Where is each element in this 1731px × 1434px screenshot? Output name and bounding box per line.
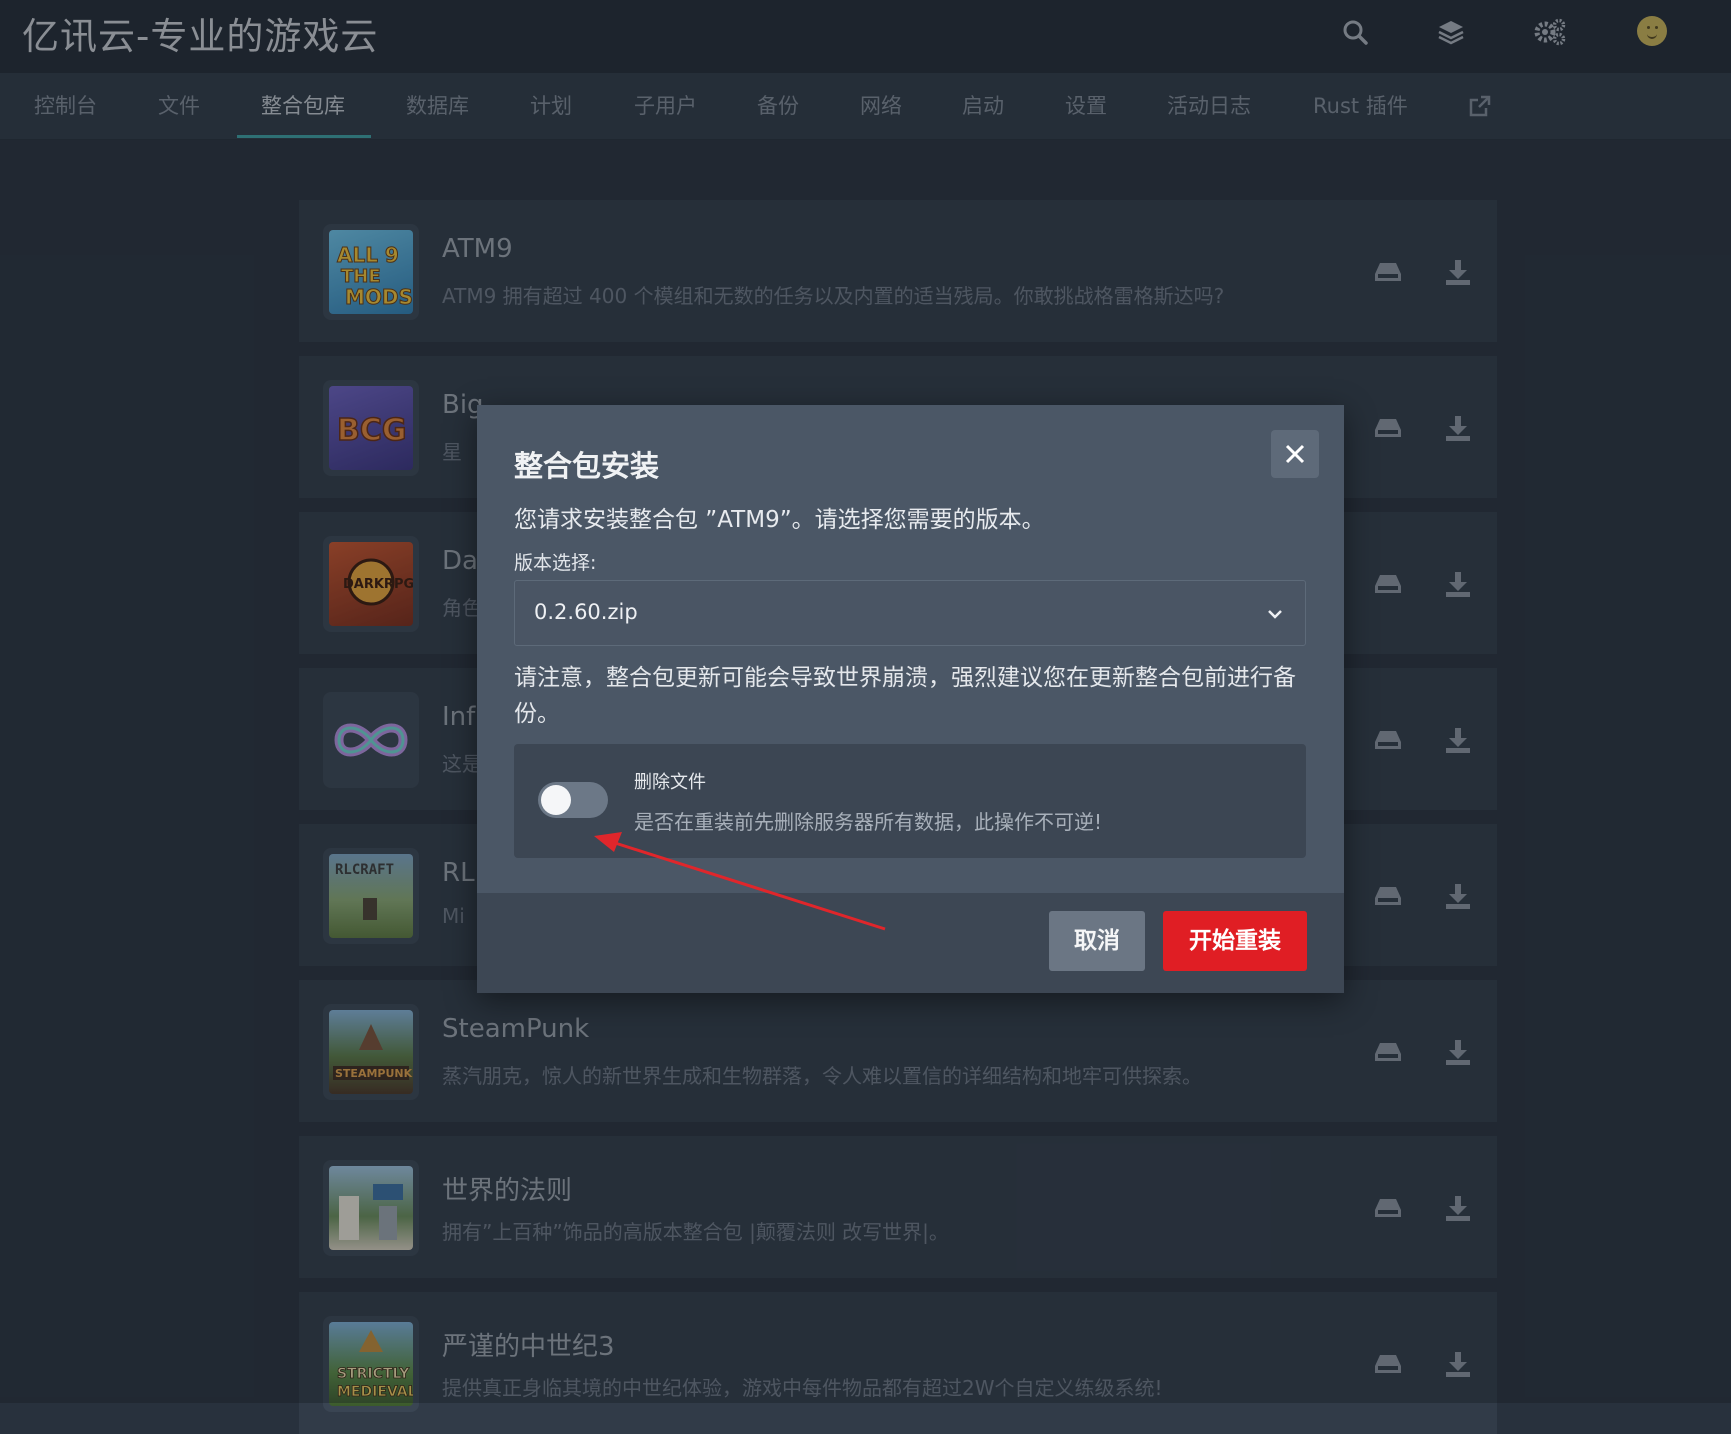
version-label: 版本选择: bbox=[514, 552, 597, 574]
dialog-subtitle: 您请求安装整合包 ”ATM9”。请选择您需要的版本。 bbox=[514, 507, 1045, 533]
delete-files-description: 是否在重装前先删除服务器所有数据，此操作不可逆! bbox=[634, 810, 1103, 834]
chevron-down-icon bbox=[1267, 605, 1283, 624]
close-button[interactable] bbox=[1271, 430, 1319, 478]
dialog-footer: 取消 开始重装 bbox=[477, 893, 1344, 993]
backup-warning: 请注意，整合包更新可能会导致世界崩溃，强烈建议您在更新整合包前进行备份。 bbox=[514, 665, 1296, 727]
delete-files-option: 删除文件 是否在重装前先删除服务器所有数据，此操作不可逆! bbox=[514, 744, 1306, 858]
cancel-button[interactable]: 取消 bbox=[1049, 911, 1145, 971]
version-select[interactable]: 0.2.60.zip bbox=[514, 580, 1306, 646]
start-reinstall-button[interactable]: 开始重装 bbox=[1163, 911, 1307, 971]
modpack-install-dialog: 整合包安装 您请求安装整合包 ”ATM9”。请选择您需要的版本。 版本选择: 0… bbox=[477, 405, 1344, 993]
version-select-value: 0.2.60.zip bbox=[534, 600, 638, 624]
delete-files-title: 删除文件 bbox=[634, 772, 706, 793]
toggle-knob bbox=[541, 785, 571, 815]
close-icon bbox=[1285, 444, 1305, 464]
dialog-title: 整合包安装 bbox=[514, 449, 660, 483]
delete-files-toggle[interactable] bbox=[538, 782, 608, 818]
